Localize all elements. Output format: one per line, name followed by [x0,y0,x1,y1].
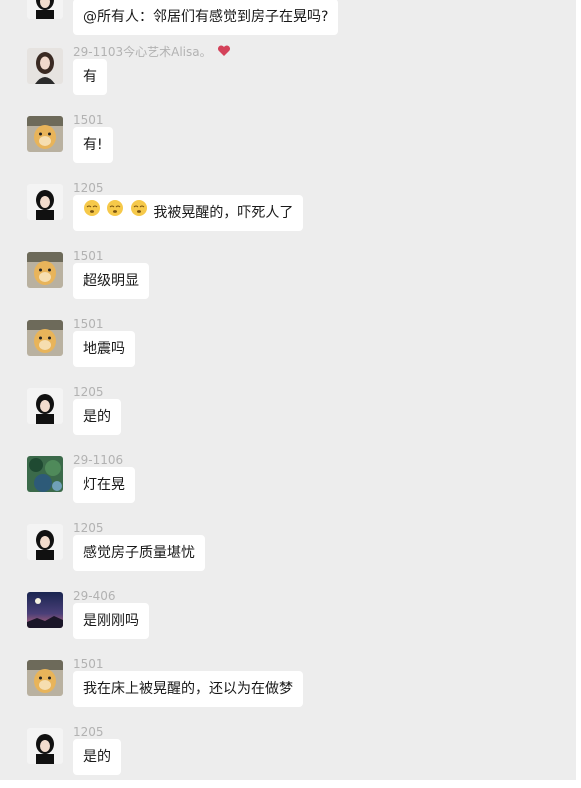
message-text: 超级明显 [83,273,139,289]
avatar-dog-photo[interactable] [27,660,63,696]
message-row: 1205 是的 [0,384,576,452]
message-text: 是刚刚吗 [83,613,139,629]
message-bubble[interactable]: 我被晃醒的，吓死人了 [73,195,304,231]
message-bubble[interactable]: @所有人：邻居们有感觉到房子在晃吗? [73,0,339,35]
message-text: 地震吗 [83,341,125,357]
avatar-dog-photo[interactable] [27,116,63,152]
sender-name: 1501 [73,249,104,263]
message-text: 有! [83,137,103,153]
message-bubble[interactable]: 是的 [73,739,121,775]
message-text: @所有人：邻居们有感觉到房子在晃吗? [83,9,329,25]
message-bubble[interactable]: 有! [73,127,113,163]
sender-name: 29-406 [73,589,116,603]
message-row: 1205 感觉房子质量堪忧 [0,520,576,588]
avatar-dog-photo[interactable] [27,320,63,356]
message-row: 1501 超级明显 [0,248,576,316]
message-bubble[interactable]: 是的 [73,399,121,435]
avatar-woman-photo[interactable] [27,48,63,84]
sender-name: 29-1106 [73,453,124,467]
message-text: 我被晃醒的，吓死人了 [153,205,294,221]
message-bubble[interactable]: 地震吗 [73,331,135,367]
message-text: 灯在晃 [83,477,125,493]
sender-name: 1205 [73,385,104,399]
message-bubble[interactable]: 感觉房子质量堪忧 [73,535,205,571]
avatar-black-hair[interactable] [27,728,63,764]
message-text: 有 [83,69,97,85]
sender-name: 1501 [73,113,104,127]
message-text: 是的 [83,409,111,425]
message-row: 29-1103今心艺术Alisa。 有 [0,44,576,112]
message-text: 我在床上被晃醒的，还以为在做梦 [83,681,293,697]
message-bubble[interactable]: 超级明显 [73,263,149,299]
message-bubble[interactable]: 灯在晃 [73,467,135,503]
chat-window: @所有人：邻居们有感觉到房子在晃吗? 29-1103今心艺术Alisa。 有 1… [0,0,576,780]
message-row: 29-1106 灯在晃 [0,452,576,520]
avatar-black-hair[interactable] [27,184,63,220]
sleepy-face-emoji-icon [106,195,124,231]
message-row: 1501 我在床上被晃醒的，还以为在做梦 [0,656,576,724]
avatar-dog-photo[interactable] [27,252,63,288]
sleepy-face-emoji-icon [83,195,101,231]
sender-name: 1501 [73,657,104,671]
message-bubble[interactable]: 有 [73,59,107,95]
message-row: 1501 有! [0,112,576,180]
avatar-night-sky-photo[interactable] [27,592,63,628]
avatar-black-hair[interactable] [27,524,63,560]
message-bubble[interactable]: 是刚刚吗 [73,603,149,639]
message-bubble[interactable]: 我在床上被晃醒的，还以为在做梦 [73,671,303,707]
sleepy-face-emoji-icon [130,195,148,231]
red-heart-icon [217,44,231,61]
sender-name: 1205 [73,181,104,195]
message-row: 1501 地震吗 [0,316,576,384]
avatar-black-hair[interactable] [27,0,63,19]
message-row: 29-406 是刚刚吗 [0,588,576,656]
sender-name-text: 29-1103今心艺术Alisa。 [73,45,212,59]
message-text: 感觉房子质量堪忧 [83,545,195,561]
avatar-black-hair[interactable] [27,388,63,424]
message-text: 是的 [83,749,111,765]
message-row: 1205 我被晃醒的，吓死人了 [0,180,576,248]
sender-name: 1501 [73,317,104,331]
sender-name: 1205 [73,521,104,535]
message-row: 1205 是的 [0,724,576,780]
sender-name: 1205 [73,725,104,739]
avatar-garden-photo[interactable] [27,456,63,492]
